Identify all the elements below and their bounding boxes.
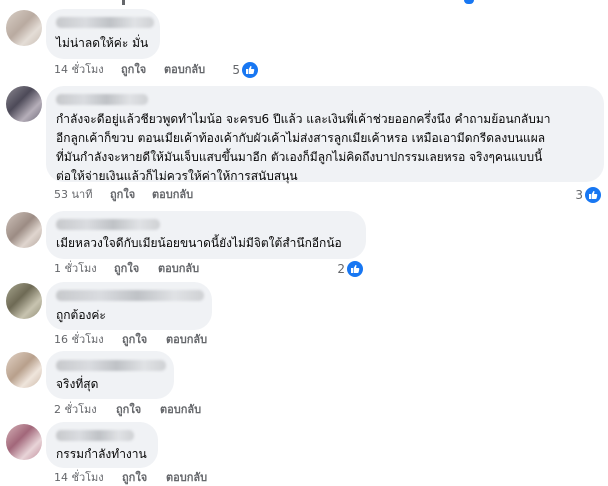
like-thumb-icon xyxy=(242,62,258,78)
comment-time[interactable]: 16 ชั่วโมง xyxy=(54,332,104,348)
commenter-name[interactable] xyxy=(56,94,148,105)
avatar[interactable] xyxy=(6,86,42,122)
reply-button[interactable]: ตอบกลับ xyxy=(164,62,205,78)
like-thumb-icon xyxy=(347,261,363,277)
commenter-name[interactable] xyxy=(56,430,134,441)
commenter-name[interactable] xyxy=(56,17,154,28)
avatar[interactable] xyxy=(6,10,42,46)
avatar[interactable] xyxy=(6,212,42,248)
comment-text: กรรมกำลังทำงาน xyxy=(56,447,147,461)
comment-time[interactable]: 14 ชั่วโมง xyxy=(54,62,104,78)
reply-button[interactable]: ตอบกลับ xyxy=(158,261,199,277)
commenter-name[interactable] xyxy=(56,360,166,371)
commenter-name[interactable] xyxy=(56,290,204,301)
reaction-number: 3 xyxy=(575,188,583,202)
comment-text-line: กำลังจะดีอยู่แล้วชียวพูดทำไมน้อ จะครบ6 ป… xyxy=(56,112,551,126)
comment-text: ถูกต้องค่ะ xyxy=(56,308,106,322)
comment-text: เมียหลวงใจดีกับเมียน้อยขนาดนี้ยังไม่มีจิ… xyxy=(56,236,342,250)
avatar[interactable] xyxy=(6,352,42,388)
comment-text: ไม่น่าลดให้ค่ะ มั่น xyxy=(56,36,149,50)
comment-actions: 1 ชั่วโมง ถูกใจ ตอบกลับ xyxy=(54,261,254,277)
comment-actions: 53 นาที ถูกใจ ตอบกลับ xyxy=(54,187,254,203)
reply-button[interactable]: ตอบกลับ xyxy=(166,332,207,348)
like-button[interactable]: ถูกใจ xyxy=(110,187,135,203)
comment-actions: 2 ชั่วโมง ถูกใจ ตอบกลับ xyxy=(54,402,254,418)
like-button[interactable]: ถูกใจ xyxy=(114,261,139,277)
comment-time[interactable]: 2 ชั่วโมง xyxy=(54,402,97,418)
previous-comment-fragment xyxy=(118,0,130,6)
comment-text: จริงที่สุด xyxy=(56,377,99,391)
reaction-count[interactable]: 2 xyxy=(327,261,363,277)
commenter-name[interactable] xyxy=(56,219,160,230)
reply-button[interactable]: ตอบกลับ xyxy=(160,402,201,418)
reaction-count[interactable]: 5 xyxy=(222,62,258,78)
reaction-number: 2 xyxy=(337,262,345,276)
previous-reaction-fragment xyxy=(462,0,476,6)
comment-actions: 16 ชั่วโมง ถูกใจ ตอบกลับ xyxy=(54,332,254,348)
comment-text-line: ที่มันกำลังจะหายดีให้มันเจ็บแสบขึ้นมาอีก… xyxy=(56,150,543,164)
reaction-count[interactable]: 3 xyxy=(565,187,601,203)
comment-text-line: ต่อให้จ่ายเงินแล้วก็ไม่ควรให้ค่าให้การสน… xyxy=(56,169,298,183)
like-thumb-icon xyxy=(585,187,601,203)
like-button[interactable]: ถูกใจ xyxy=(122,332,147,348)
reaction-number: 5 xyxy=(232,63,240,77)
comment-text-line: อีกลูกเค้าก็ขวบ ตอนเมียเค้าท้องเค้ากับผั… xyxy=(56,131,546,145)
like-button[interactable]: ถูกใจ xyxy=(116,402,141,418)
avatar[interactable] xyxy=(6,283,42,319)
like-button[interactable]: ถูกใจ xyxy=(121,62,146,78)
comment-time[interactable]: 1 ชั่วโมง xyxy=(54,261,97,277)
reply-button[interactable]: ตอบกลับ xyxy=(152,187,193,203)
comment-time[interactable]: 53 นาที xyxy=(54,187,92,203)
avatar[interactable] xyxy=(6,424,42,460)
